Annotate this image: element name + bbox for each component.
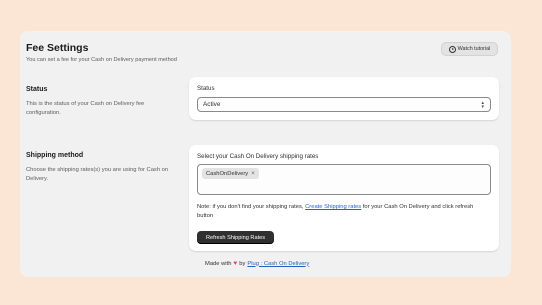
shipping-rate-tag-label: CashOnDelivery	[206, 170, 249, 177]
status-card: Status Active ▴ ▾	[189, 77, 499, 120]
select-chevron-icon: ▴ ▾	[481, 99, 484, 110]
refresh-shipping-rates-button[interactable]: Refresh Shipping Rates	[197, 231, 274, 244]
create-shipping-rates-link[interactable]: Create Shipping rates	[305, 204, 361, 210]
fee-settings-panel: Fee Settings You can set a fee for your …	[20, 31, 511, 277]
play-circle-icon	[448, 45, 456, 53]
shipping-card: Select your Cash On Delivery shipping ra…	[189, 145, 499, 251]
watch-tutorial-label: Watch tutorial	[457, 46, 491, 52]
footer-made-with: Made with	[205, 260, 232, 267]
footer: Made with ♥ by Plug : Cash On Delivery	[205, 260, 309, 267]
page-title: Fee Settings	[26, 42, 89, 54]
status-section-title: Status	[26, 86, 48, 93]
status-section-description: This is the status of your Cash on Deliv…	[26, 101, 145, 116]
footer-app-link[interactable]: Plug : Cash On Delivery	[247, 261, 309, 267]
footer-by: by	[239, 260, 246, 267]
shipping-section-description: Choose the shipping rates(s) you are usi…	[26, 167, 169, 182]
page-subtitle: You can set a fee for your Cash on Deliv…	[26, 57, 177, 63]
remove-tag-icon[interactable]: ×	[251, 171, 255, 177]
shipping-section-title: Shipping method	[26, 152, 84, 159]
note-prefix: Note: if you don't find your shipping ra…	[197, 204, 304, 210]
status-select-value: Active	[203, 101, 221, 108]
heart-icon: ♥	[233, 260, 238, 267]
status-select[interactable]: Active ▴ ▾	[197, 97, 491, 112]
status-field-label: Status	[197, 85, 215, 92]
shipping-rates-multiselect[interactable]: CashOnDelivery ×	[197, 164, 491, 195]
shipping-rate-tag: CashOnDelivery ×	[202, 168, 259, 179]
shipping-note: Note: if you don't find your shipping ra…	[197, 203, 487, 221]
shipping-field-label: Select your Cash On Delivery shipping ra…	[197, 153, 319, 160]
watch-tutorial-button[interactable]: Watch tutorial	[441, 42, 498, 56]
